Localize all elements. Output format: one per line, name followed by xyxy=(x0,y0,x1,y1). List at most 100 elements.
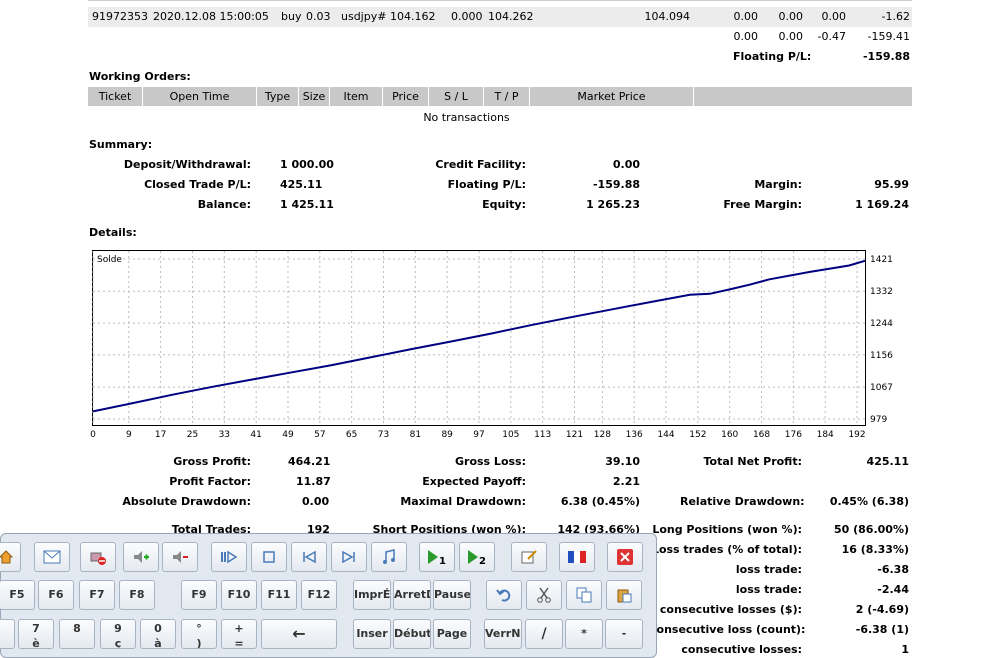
gross-profit-label: Gross Profit: xyxy=(173,455,251,468)
key-degree-top: ° xyxy=(196,622,202,635)
header-tp: T / P xyxy=(484,87,530,106)
backspace-key[interactable]: ← xyxy=(261,619,337,649)
key-degree[interactable]: ° ) xyxy=(181,619,217,649)
floating-value: -159.88 xyxy=(592,178,640,191)
x-tick-label: 41 xyxy=(250,430,261,440)
key-8[interactable]: 8 _ xyxy=(59,619,95,649)
key-plus-top: + xyxy=(234,622,244,635)
key-plus[interactable]: + = xyxy=(221,619,257,649)
consecutive-losses-usd-label: consecutive losses ($): xyxy=(659,603,802,616)
y-tick-label: 1244 xyxy=(870,319,893,329)
play-2-icon[interactable]: 2 xyxy=(459,542,495,572)
key-f6[interactable]: F6 xyxy=(38,580,74,610)
balance-label: Balance: xyxy=(197,198,251,211)
free-margin-label: Free Margin: xyxy=(723,198,802,211)
copy-icon[interactable] xyxy=(566,580,602,610)
language-flag-icon[interactable] xyxy=(559,542,595,572)
x-tick-label: 168 xyxy=(753,430,770,440)
key-f7[interactable]: F7 xyxy=(79,580,115,610)
equity-label: Equity: xyxy=(482,198,526,211)
key-home[interactable]: Début xyxy=(393,619,431,649)
maximal-drawdown-label: Maximal Drawdown: xyxy=(400,495,526,508)
key-scroll-lock[interactable]: ArretD xyxy=(393,580,431,610)
commission-cell: 0.00 xyxy=(733,10,759,23)
key-divide[interactable]: / xyxy=(525,619,563,649)
total-swap: -0.47 xyxy=(817,30,846,43)
key-minus[interactable]: - xyxy=(605,619,643,649)
net-profit-label: Total Net Profit: xyxy=(703,455,803,468)
key-num-lock[interactable]: VerrNu xyxy=(484,619,522,649)
play-1-icon[interactable]: 1 xyxy=(419,542,455,572)
x-tick-label: 136 xyxy=(626,430,643,440)
volume-down-icon[interactable] xyxy=(162,542,198,572)
key-pause[interactable]: Pause xyxy=(433,580,471,610)
paste-icon[interactable] xyxy=(606,580,642,610)
stop-icon[interactable] xyxy=(251,542,287,572)
key-print-screen[interactable]: ImprÉ xyxy=(353,580,391,610)
y-tick-label: 1067 xyxy=(870,383,893,393)
gross-loss-label: Gross Loss: xyxy=(455,455,526,468)
consecutive-loss-count-label: consecutive loss (count): xyxy=(650,623,806,636)
cut-icon[interactable] xyxy=(526,580,562,610)
x-tick-label: 57 xyxy=(314,430,325,440)
music-icon[interactable] xyxy=(371,542,407,572)
header-ticket: Ticket xyxy=(88,87,143,106)
key-9-top: 9 xyxy=(114,622,122,635)
closed-pl-label: Closed Trade P/L: xyxy=(144,178,251,191)
key-left-partial[interactable] xyxy=(0,619,15,649)
remove-icon[interactable] xyxy=(80,542,116,572)
loss-trade-value-2: -2.44 xyxy=(877,583,909,596)
undo-icon[interactable] xyxy=(486,580,522,610)
floating-label: Floating P/L: xyxy=(447,178,526,191)
x-tick-label: 184 xyxy=(817,430,834,440)
key-9-bottom: ç xyxy=(114,637,122,649)
close-icon[interactable] xyxy=(607,542,643,572)
working-orders-header: Ticket Open Time Type Size Item Price S … xyxy=(88,87,912,106)
table-row: 91972353 2020.12.08 15:00:05 buy 0.03 us… xyxy=(88,7,912,27)
total-taxes: 0.00 xyxy=(778,30,804,43)
relative-drawdown-value: 0.45% (6.38) xyxy=(829,495,909,508)
profit-factor-label: Profit Factor: xyxy=(169,475,251,488)
long-positions-value: 50 (86.00%) xyxy=(833,523,909,536)
margin-label: Margin: xyxy=(754,178,802,191)
header-market-price: Market Price xyxy=(530,87,694,106)
floating-pl-label: Floating P/L: xyxy=(733,50,812,63)
home-icon[interactable] xyxy=(0,542,21,572)
floating-pl-value: -159.88 xyxy=(862,50,910,63)
long-positions-label: Long Positions (won %): xyxy=(652,523,802,536)
top-partial-row xyxy=(88,0,912,1)
previous-track-icon[interactable] xyxy=(291,542,327,572)
gross-profit-value: 464.21 xyxy=(288,455,331,468)
key-insert[interactable]: Inser xyxy=(353,619,391,649)
key-7-top: 7 xyxy=(32,622,40,635)
expected-payoff-label: Expected Payoff: xyxy=(422,475,526,488)
play-pause-icon[interactable] xyxy=(211,542,247,572)
edit-icon[interactable] xyxy=(511,542,547,572)
volume-up-icon[interactable] xyxy=(123,542,159,572)
key-8-bottom: _ xyxy=(74,637,80,649)
key-multiply[interactable]: * xyxy=(565,619,603,649)
key-f9[interactable]: F9 xyxy=(181,580,217,610)
mail-icon[interactable] xyxy=(34,542,70,572)
y-axis-ticks: 1421 1332 1244 1156 1067 979 xyxy=(870,255,893,425)
relative-drawdown-label: Relative Drawdown: xyxy=(680,495,805,508)
no-transactions-text: No transactions xyxy=(423,111,510,124)
key-page-up[interactable]: Page F xyxy=(433,619,471,649)
key-7[interactable]: 7 è xyxy=(18,619,54,649)
key-f11[interactable]: F11 xyxy=(261,580,297,610)
x-tick-label: 192 xyxy=(848,430,865,440)
next-track-icon[interactable] xyxy=(331,542,367,572)
free-margin-value: 1 169.24 xyxy=(855,198,909,211)
key-f8[interactable]: F8 xyxy=(119,580,155,610)
x-tick-label: 81 xyxy=(410,430,421,440)
credit-label: Credit Facility: xyxy=(435,158,526,171)
key-9[interactable]: 9 ç xyxy=(100,619,136,649)
x-tick-label: 17 xyxy=(155,430,166,440)
key-f12[interactable]: F12 xyxy=(301,580,337,610)
taxes-cell: 0.00 xyxy=(778,10,804,23)
key-0[interactable]: 0 à xyxy=(140,619,176,649)
x-tick-label: 33 xyxy=(219,430,230,440)
net-profit-value: 425.11 xyxy=(866,455,909,468)
key-f5[interactable]: F5 xyxy=(0,580,35,610)
key-f10[interactable]: F10 xyxy=(221,580,257,610)
